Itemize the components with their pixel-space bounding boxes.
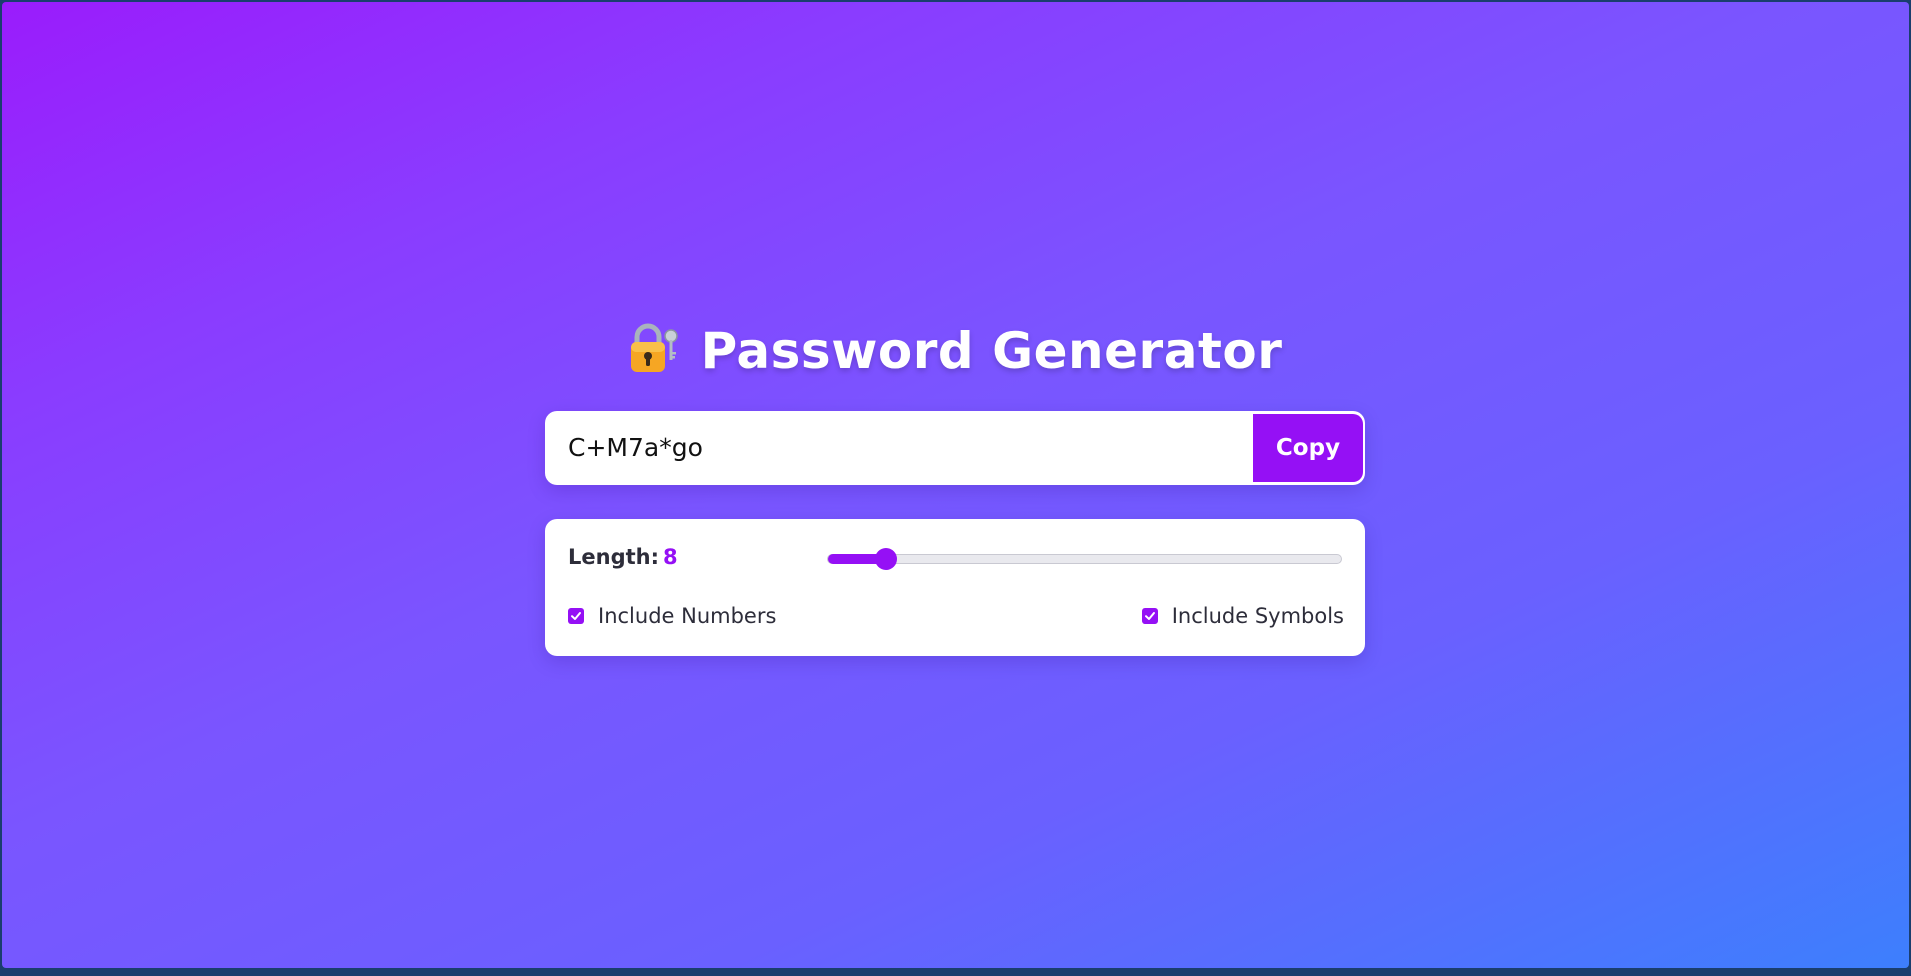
length-label-text: Length:	[568, 545, 659, 569]
include-symbols-checkbox[interactable]	[1141, 608, 1158, 624]
password-display: C+M7a*go Copy	[545, 411, 1365, 485]
page-title: Password Generator	[2, 318, 1909, 390]
password-value[interactable]: C+M7a*go	[568, 411, 703, 485]
include-symbols-label: Include Symbols	[1171, 604, 1344, 628]
include-numbers-checkbox[interactable]	[568, 608, 584, 624]
length-slider[interactable]	[827, 548, 1342, 570]
app-title-text: Password Generator	[700, 322, 1283, 380]
length-value: 8	[663, 545, 678, 569]
length-label: Length: 8	[568, 545, 678, 569]
include-numbers-option[interactable]: Include Numbers	[568, 604, 776, 628]
length-slider-thumb[interactable]	[875, 548, 898, 570]
checkmark-icon	[1144, 612, 1155, 620]
include-symbols-option[interactable]: Include Symbols	[1141, 604, 1344, 628]
app-background: Password Generator C+M7a*go Copy Length:…	[2, 2, 1909, 968]
options-panel: Length: 8 Include Numbers Include Symbols	[545, 519, 1365, 656]
lock-with-key-icon	[629, 322, 679, 390]
include-numbers-label: Include Numbers	[598, 604, 777, 628]
checkmark-icon	[571, 612, 581, 620]
copy-button[interactable]: Copy	[1253, 414, 1363, 482]
